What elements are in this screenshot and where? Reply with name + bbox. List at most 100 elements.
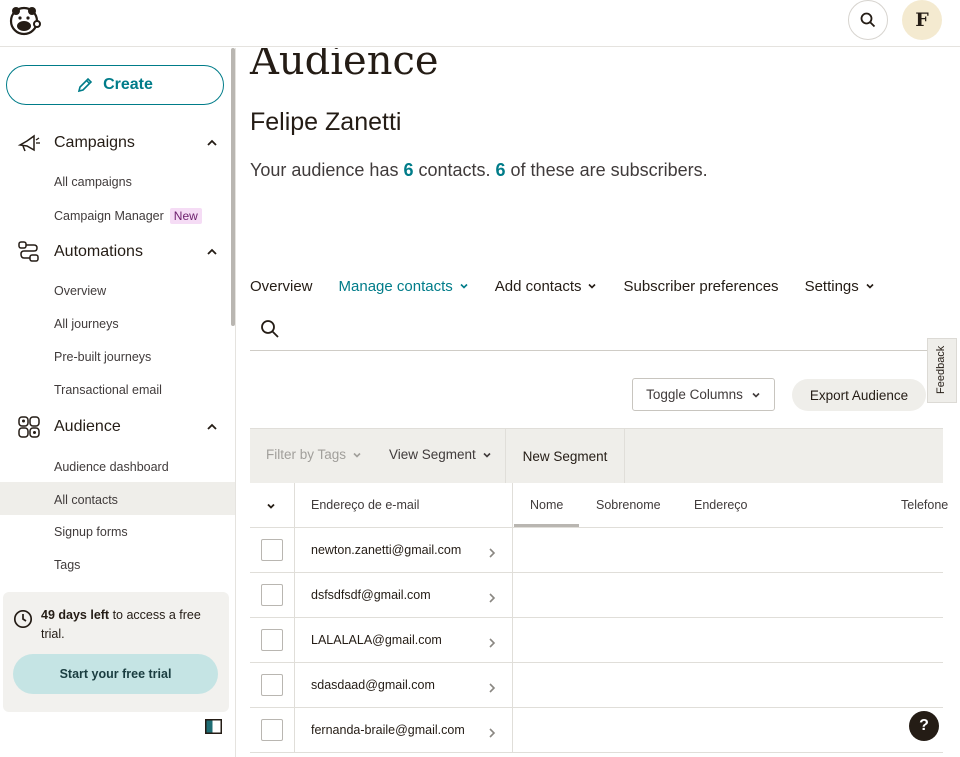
sidebar-item-prebuilt-journeys[interactable]: Pre-built journeys [54,350,151,364]
row-checkbox[interactable] [261,629,283,651]
toggle-columns-label: Toggle Columns [646,387,743,402]
sidebar-label-campaigns: Campaigns [54,134,135,151]
view-segment-dropdown[interactable]: View Segment [389,447,492,462]
stats-suffix: of these are subscribers. [505,160,708,180]
contacts-table: Endereço de e-mail Nome Sobrenome Endere… [250,483,948,753]
chevron-down-icon [353,452,361,458]
row-select-cell [250,708,295,752]
search-icon [860,12,876,28]
sidebar-item-label: Campaign Manager [54,209,164,223]
row-checkbox[interactable] [261,584,283,606]
contact-email: newton.zanetti@gmail.com [311,543,462,557]
sidebar-label-audience: Audience [54,418,121,435]
tab-subscriber-preferences[interactable]: Subscriber preferences [623,276,778,296]
email-cell[interactable]: LALALALA@gmail.com [295,618,513,662]
email-cell[interactable]: dsfsdfsdf@gmail.com [295,573,513,617]
megaphone-icon [17,134,40,152]
sidebar-item-all-journeys[interactable]: All journeys [54,317,119,331]
table-row[interactable]: fernanda-braile@gmail.com [250,708,943,753]
table-row[interactable]: sdasdaad@gmail.com [250,663,943,708]
sidebar-item-campaign-manager[interactable]: Campaign Manager New [54,208,202,224]
tab-overview[interactable]: Overview [250,276,313,296]
toggle-columns-button[interactable]: Toggle Columns [632,378,775,411]
sidebar-item-all-campaigns[interactable]: All campaigns [54,175,132,189]
chevron-up-icon [207,139,217,146]
sidebar-label-automations: Automations [54,243,143,260]
segment-filter-bar: Filter by Tags View Segment New Segment [250,428,943,484]
row-checkbox[interactable] [261,674,283,696]
audience-name: Felipe Zanetti [250,108,402,136]
trial-message: 49 days left to access a free trial. [41,606,221,644]
chevron-up-icon [207,423,217,430]
row-checkbox[interactable] [261,539,283,561]
export-audience-button[interactable]: Export Audience [792,379,926,411]
contact-email: LALALALA@gmail.com [311,633,442,647]
create-label: Create [103,76,153,93]
top-bar: F [0,0,960,47]
stats-prefix: Your audience has [250,160,404,180]
row-select-cell [250,618,295,662]
row-select-cell [250,663,295,707]
help-button[interactable]: ? [909,711,939,741]
column-header-telefone[interactable]: Telefone [901,498,948,512]
tab-label: Settings [804,277,859,295]
sidebar-item-tags[interactable]: Tags [54,558,80,572]
sidebar-section-audience[interactable]: Audience [0,411,236,443]
mailchimp-logo-icon[interactable] [6,2,42,38]
avatar[interactable]: F [902,0,942,40]
sidebar: Create Campaigns All campaigns Campaign … [0,48,236,757]
column-label: Endereço de e-mail [311,498,420,512]
row-select-cell [250,528,295,572]
chevron-up-icon [207,248,217,255]
filter-by-tags-dropdown[interactable]: Filter by Tags [266,447,362,462]
tab-label: Manage contacts [338,277,453,295]
trial-days-left: 49 days left [41,608,110,622]
chevron-down-icon [866,283,874,289]
column-header-endereco[interactable]: Endereço [694,498,748,512]
column-header-sobrenome[interactable]: Sobrenome [596,498,661,512]
sidebar-section-campaigns[interactable]: Campaigns [0,127,236,159]
feedback-tab[interactable]: Feedback [927,338,957,403]
chevron-right-icon [489,638,496,648]
sidebar-item-transactional-email[interactable]: Transactional email [54,383,162,397]
tab-settings[interactable]: Settings [805,276,875,296]
email-cell[interactable]: newton.zanetti@gmail.com [295,528,513,572]
sidebar-item-overview[interactable]: Overview [54,284,106,298]
tab-manage-contacts[interactable]: Manage contacts [339,276,469,296]
view-segment-label: View Segment [389,447,476,462]
contacts-search[interactable] [250,314,930,351]
sidebar-item-signup-forms[interactable]: Signup forms [54,525,128,539]
row-select-cell [250,573,295,617]
table-row[interactable]: LALALALA@gmail.com [250,618,943,663]
search-icon [261,320,279,338]
main-content: Audience Felipe Zanetti Your audience ha… [236,48,960,757]
start-free-trial-button[interactable]: Start your free trial [13,654,218,694]
sidebar-item-audience-dashboard[interactable]: Audience dashboard [54,460,169,474]
sidebar-collapse-icon[interactable] [205,719,222,734]
tab-add-contacts[interactable]: Add contacts [495,276,598,296]
create-button[interactable]: Create [6,65,224,105]
tab-label: Overview [250,277,313,295]
column-header-email[interactable]: Endereço de e-mail [295,483,513,527]
global-search-button[interactable] [848,0,888,40]
sidebar-item-all-contacts[interactable]: All contacts [54,493,118,507]
tab-label: Subscriber preferences [623,277,779,295]
email-cell[interactable]: fernanda-braile@gmail.com [295,708,513,752]
row-checkbox[interactable] [261,719,283,741]
automation-flow-icon [18,241,39,262]
chevron-down-icon [267,503,275,509]
table-row[interactable]: dsfsdfsdf@gmail.com [250,573,943,618]
stats-mid: contacts. [413,160,496,180]
table-row[interactable]: newton.zanetti@gmail.com [250,528,943,573]
new-segment-button[interactable]: New Segment [505,429,625,484]
audience-icon [18,416,40,438]
sidebar-section-automations[interactable]: Automations [0,236,236,268]
chevron-right-icon [489,548,496,558]
column-header-nome[interactable]: Nome [530,498,563,512]
page-title: Audience [250,48,439,84]
select-all-dropdown[interactable] [250,483,295,527]
sidebar-scrollbar[interactable] [231,48,235,326]
email-cell[interactable]: sdasdaad@gmail.com [295,663,513,707]
chevron-down-icon [588,283,597,289]
chevron-right-icon [489,728,496,738]
